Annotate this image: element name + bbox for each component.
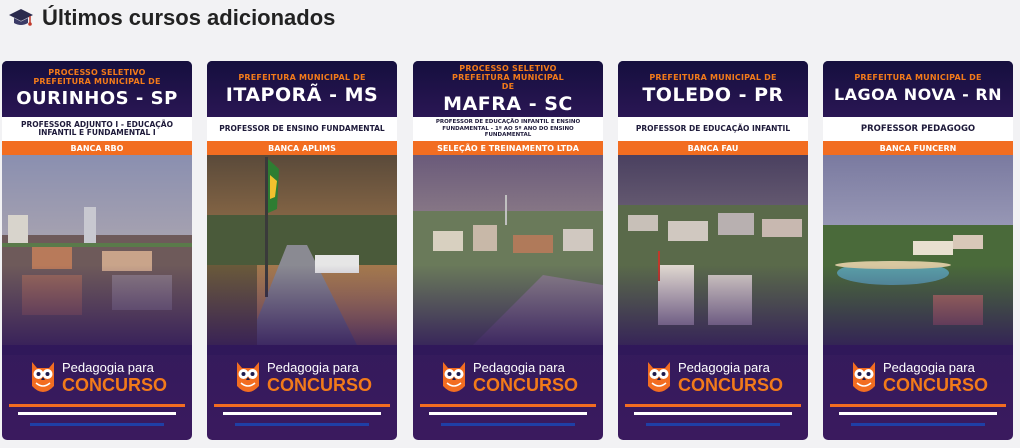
accent-bar (830, 404, 1006, 407)
course-card-toledo[interactable]: PREFEITURA MUNICIPAL DE TOLEDO - PR PROF… (618, 61, 808, 440)
card-banca: BANCA APLIMS (207, 141, 397, 155)
card-header: PREFEITURA MUNICIPAL DE LAGOA NOVA - RN (823, 61, 1013, 117)
card-role: PROFESSOR PEDAGOGO (823, 117, 1013, 141)
course-card-mafra[interactable]: PROCESSO SELETIVO PREFEITURA MUNICIPAL D… (413, 61, 603, 440)
brand-line1: Pedagogia para (267, 359, 359, 375)
card-banca: BANCA FAU (618, 141, 808, 155)
accent-bar (30, 423, 164, 426)
accent-bar (214, 404, 390, 407)
brand-line1: Pedagogia para (473, 359, 565, 375)
owl-icon (32, 362, 54, 392)
brand-line2: CONCURSO (678, 374, 784, 395)
card-city: OURINHOS - SP (16, 88, 178, 109)
card-city: LAGOA NOVA - RN (833, 84, 1003, 104)
accent-bar (9, 404, 185, 407)
card-header: PREFEITURA MUNICIPAL DE TOLEDO - PR (618, 61, 808, 117)
card-kicker: PREFEITURA MUNICIPAL DE (238, 72, 366, 82)
owl-icon (648, 362, 670, 392)
brand-line2: CONCURSO (883, 374, 989, 395)
brand-logo: Pedagogia para CONCURSO (439, 353, 578, 401)
brand-line1: Pedagogia para (678, 359, 770, 375)
course-card-itapora[interactable]: PREFEITURA MUNICIPAL DE ITAPORÃ - MS PRO… (207, 61, 397, 440)
brand-logo: Pedagogia para CONCURSO (644, 353, 783, 401)
accent-bar (429, 412, 587, 415)
accent-bar (441, 423, 575, 426)
card-city: MAFRA - SC (443, 92, 573, 115)
section-title: Últimos cursos adicionados (42, 5, 336, 30)
accent-bar (634, 412, 792, 415)
owl-icon (443, 362, 465, 392)
brand-line2: CONCURSO (473, 374, 579, 395)
card-header: PROCESSO SELETIVO PREFEITURA MUNICIPAL D… (2, 61, 192, 117)
graduation-cap-icon (9, 9, 33, 26)
accent-bar (223, 412, 381, 415)
accent-bar (235, 423, 369, 426)
card-header: PROCESSO SELETIVO PREFEITURA MUNICIPAL D… (413, 61, 603, 117)
accent-bar (18, 412, 176, 415)
card-kicker: PROCESSO SELETIVO PREFEITURA MUNICIPAL D… (33, 68, 161, 86)
card-city: TOLEDO - PR (642, 83, 784, 106)
card-role: PROFESSOR DE EDUCAÇÃO INFANTIL E ENSINO … (413, 117, 603, 141)
course-card-lagoa-nova[interactable]: PREFEITURA MUNICIPAL DE LAGOA NOVA - RN … (823, 61, 1013, 440)
accent-bar (420, 404, 596, 407)
brand-line2: CONCURSO (267, 374, 373, 395)
card-role: PROFESSOR ADJUNTO I - EDUCAÇÃO INFANTIL … (2, 117, 192, 141)
accent-bar (625, 404, 801, 407)
accent-bar (646, 423, 780, 426)
card-kicker: PREFEITURA MUNICIPAL DE (649, 72, 777, 82)
card-city: ITAPORÃ - MS (225, 83, 379, 106)
card-role: PROFESSOR DE EDUCAÇÃO INFANTIL (618, 117, 808, 141)
owl-icon (853, 362, 875, 392)
accent-bar (839, 412, 997, 415)
card-kicker: PROCESSO SELETIVO PREFEITURA MUNICIPAL D… (452, 63, 564, 91)
card-role: PROFESSOR DE ENSINO FUNDAMENTAL (207, 117, 397, 141)
brand-logo: Pedagogia para CONCURSO (849, 353, 988, 401)
card-banca: BANCA FUNCERN (823, 141, 1013, 155)
course-card-ourinhos[interactable]: PROCESSO SELETIVO PREFEITURA MUNICIPAL D… (2, 61, 192, 440)
brand-logo: Pedagogia para CONCURSO (28, 353, 167, 401)
owl-icon (237, 362, 259, 392)
brand-line2: CONCURSO (62, 374, 168, 395)
brand-line1: Pedagogia para (62, 359, 154, 375)
card-banca: BANCA RBO (2, 141, 192, 155)
card-header: PREFEITURA MUNICIPAL DE ITAPORÃ - MS (207, 61, 397, 117)
accent-bar (851, 423, 985, 426)
brand-line1: Pedagogia para (883, 359, 975, 375)
brand-logo: Pedagogia para CONCURSO (233, 353, 372, 401)
card-kicker: PREFEITURA MUNICIPAL DE (854, 72, 982, 82)
section-header: Últimos cursos adicionados (8, 4, 335, 32)
card-banca: SELEÇÃO E TREINAMENTO LTDA (413, 141, 603, 155)
